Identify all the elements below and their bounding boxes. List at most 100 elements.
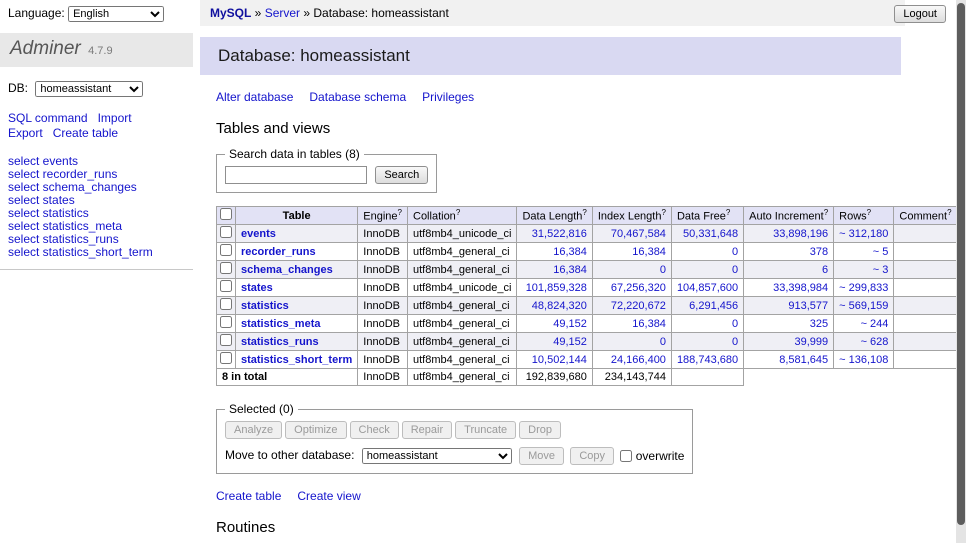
- help-icon[interactable]: ?: [726, 208, 730, 217]
- rows-count-link[interactable]: ~ 569,159: [839, 300, 888, 312]
- table-name-link[interactable]: recorder_runs: [241, 246, 316, 258]
- rows-count-link[interactable]: ~ 312,180: [839, 228, 888, 240]
- data-free-link[interactable]: 104,857,600: [677, 282, 738, 294]
- sidebar-select-statistics-short-term[interactable]: select statistics_short_term: [8, 246, 185, 259]
- data-free-link[interactable]: 188,743,680: [677, 354, 738, 366]
- search-input[interactable]: [225, 166, 367, 184]
- sidebar-action-import[interactable]: Import: [98, 111, 132, 125]
- data-length-link[interactable]: 101,859,328: [526, 282, 587, 294]
- copy-button[interactable]: Copy: [570, 447, 614, 465]
- column-header-rows[interactable]: Rows?: [834, 207, 894, 225]
- row-checkbox[interactable]: [220, 334, 232, 346]
- optimize-button[interactable]: Optimize: [285, 421, 346, 439]
- column-header-comment[interactable]: Comment?: [894, 207, 957, 225]
- row-checkbox[interactable]: [220, 352, 232, 364]
- row-checkbox[interactable]: [220, 298, 232, 310]
- sidebar-action-export[interactable]: Export: [8, 126, 43, 140]
- rows-count-link[interactable]: ~ 628: [861, 336, 889, 348]
- help-icon[interactable]: ?: [661, 208, 665, 217]
- data-free-link[interactable]: 0: [732, 246, 738, 258]
- column-header-collation[interactable]: Collation?: [408, 207, 517, 225]
- index-length-link[interactable]: 72,220,672: [611, 300, 666, 312]
- data-length-link[interactable]: 48,824,320: [532, 300, 587, 312]
- rows-count-link[interactable]: ~ 5: [873, 246, 889, 258]
- create-view-link[interactable]: Create view: [297, 489, 360, 503]
- column-header-auto-increment[interactable]: Auto Increment?: [744, 207, 834, 225]
- breadcrumb-item-mysql[interactable]: MySQL: [210, 6, 251, 20]
- help-icon[interactable]: ?: [824, 208, 828, 217]
- auto-increment-link[interactable]: 39,999: [795, 336, 829, 348]
- auto-increment-link[interactable]: 378: [810, 246, 828, 258]
- alter-database-link[interactable]: Alter database: [216, 90, 293, 104]
- analyze-button[interactable]: Analyze: [225, 421, 282, 439]
- data-length-link[interactable]: 16,384: [553, 264, 587, 276]
- rows-count-link[interactable]: ~ 244: [861, 318, 889, 330]
- row-checkbox[interactable]: [220, 280, 232, 292]
- table-name-link[interactable]: events: [241, 228, 276, 240]
- index-length-link[interactable]: 16,384: [632, 246, 666, 258]
- data-free-link[interactable]: 0: [732, 318, 738, 330]
- data-length-link[interactable]: 16,384: [553, 246, 587, 258]
- row-checkbox[interactable]: [220, 226, 232, 238]
- sidebar-action-sql-command[interactable]: SQL command: [8, 111, 88, 125]
- auto-increment-link[interactable]: 325: [810, 318, 828, 330]
- table-name-link[interactable]: statistics_meta: [241, 318, 321, 330]
- help-icon[interactable]: ?: [582, 208, 586, 217]
- overwrite-label[interactable]: overwrite: [636, 449, 685, 463]
- table-name-link[interactable]: states: [241, 282, 273, 294]
- data-free-link[interactable]: 6,291,456: [689, 300, 738, 312]
- index-length-link[interactable]: 16,384: [632, 318, 666, 330]
- drop-button[interactable]: Drop: [519, 421, 561, 439]
- auto-increment-link[interactable]: 8,581,645: [779, 354, 828, 366]
- move-button[interactable]: Move: [519, 447, 564, 465]
- column-header-engine[interactable]: Engine?: [358, 207, 408, 225]
- database-schema-link[interactable]: Database schema: [309, 90, 406, 104]
- scrollbar-thumb[interactable]: [957, 3, 965, 525]
- breadcrumb-item-server[interactable]: Server: [265, 6, 300, 20]
- data-length-link[interactable]: 31,522,816: [532, 228, 587, 240]
- data-free-link[interactable]: 50,331,648: [683, 228, 738, 240]
- create-table-link[interactable]: Create table: [216, 489, 281, 503]
- table-name-link[interactable]: statistics_runs: [241, 336, 319, 348]
- repair-button[interactable]: Repair: [402, 421, 452, 439]
- language-select[interactable]: English: [68, 6, 164, 22]
- check-button[interactable]: Check: [350, 421, 399, 439]
- index-length-link[interactable]: 67,256,320: [611, 282, 666, 294]
- overwrite-checkbox[interactable]: [620, 450, 632, 462]
- index-length-link[interactable]: 24,166,400: [611, 354, 666, 366]
- table-name-link[interactable]: schema_changes: [241, 264, 333, 276]
- column-header-data-free[interactable]: Data Free?: [671, 207, 743, 225]
- help-icon[interactable]: ?: [398, 208, 402, 217]
- data-free-link[interactable]: 0: [732, 336, 738, 348]
- help-icon[interactable]: ?: [947, 208, 951, 217]
- help-icon[interactable]: ?: [456, 208, 460, 217]
- search-button[interactable]: Search: [375, 166, 428, 184]
- vertical-scrollbar[interactable]: [956, 0, 966, 543]
- table-name-link[interactable]: statistics_short_term: [241, 354, 352, 366]
- move-database-select[interactable]: homeassistant: [362, 448, 512, 464]
- help-icon[interactable]: ?: [867, 208, 871, 217]
- db-select[interactable]: homeassistant: [35, 81, 143, 97]
- logout-button[interactable]: Logout: [894, 5, 946, 23]
- auto-increment-link[interactable]: 33,398,984: [773, 282, 828, 294]
- index-length-link[interactable]: 70,467,584: [611, 228, 666, 240]
- auto-increment-link[interactable]: 6: [822, 264, 828, 276]
- data-free-link[interactable]: 0: [732, 264, 738, 276]
- data-length-link[interactable]: 49,152: [553, 318, 587, 330]
- column-header-data-length[interactable]: Data Length?: [517, 207, 592, 225]
- table-name-link[interactable]: statistics: [241, 300, 289, 312]
- index-length-link[interactable]: 0: [660, 264, 666, 276]
- row-checkbox[interactable]: [220, 262, 232, 274]
- rows-count-link[interactable]: ~ 299,833: [839, 282, 888, 294]
- row-checkbox[interactable]: [220, 316, 232, 328]
- truncate-button[interactable]: Truncate: [455, 421, 516, 439]
- data-length-link[interactable]: 10,502,144: [532, 354, 587, 366]
- auto-increment-link[interactable]: 913,577: [788, 300, 828, 312]
- row-checkbox[interactable]: [220, 244, 232, 256]
- rows-count-link[interactable]: ~ 3: [873, 264, 889, 276]
- rows-count-link[interactable]: ~ 136,108: [839, 354, 888, 366]
- select-all-checkbox[interactable]: [220, 208, 232, 220]
- data-length-link[interactable]: 49,152: [553, 336, 587, 348]
- auto-increment-link[interactable]: 33,898,196: [773, 228, 828, 240]
- sidebar-action-create-table[interactable]: Create table: [53, 126, 118, 140]
